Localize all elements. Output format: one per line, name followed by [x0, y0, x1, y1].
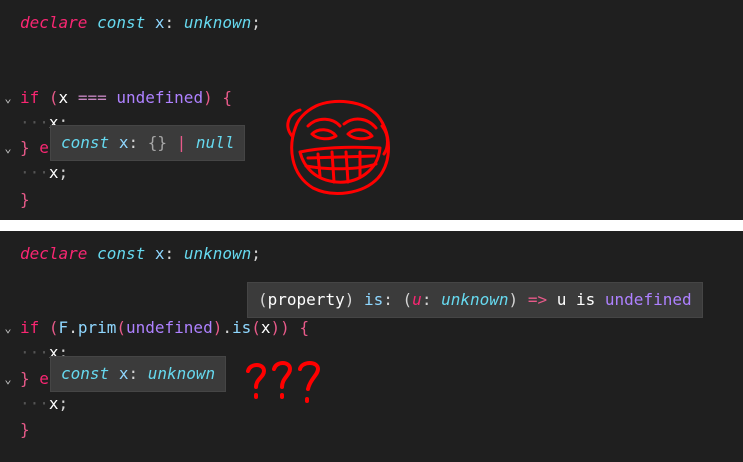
editor-panel-bottom[interactable]: declare const x: unknown; (property) is:…: [0, 231, 743, 462]
tooltip-keyword-const: const: [61, 364, 110, 383]
identifier-x: x: [154, 13, 165, 32]
semicolon: ;: [58, 163, 69, 182]
tooltip-param-colon: :: [421, 290, 432, 309]
tooltip-pred-var: u: [556, 290, 567, 309]
chevron-down-icon[interactable]: ⌄: [1, 368, 15, 390]
question-marks-annotation: ???: [246, 361, 320, 403]
code-line-if[interactable]: if (x === undefined) {: [20, 87, 232, 109]
code-line-declare[interactable]: declare const x: unknown;: [20, 12, 261, 34]
keyword-const: const: [97, 13, 146, 32]
whitespace-dots: ···: [20, 394, 49, 413]
tooltip-pred-type: undefined: [604, 290, 692, 309]
tooltip-param: u: [412, 290, 422, 309]
whitespace-dots: ···: [20, 343, 49, 362]
tooltip-identifier: x: [118, 133, 129, 152]
keyword-else-partial: e: [39, 138, 49, 157]
brace-open: {: [222, 88, 232, 107]
paren-close: ): [203, 88, 213, 107]
semicolon: ;: [58, 394, 69, 413]
tooltip-identifier: x: [118, 364, 129, 383]
identifier-x: x: [154, 244, 165, 263]
identifier-x: x: [260, 318, 271, 337]
tooltip-sig-open: (: [402, 290, 413, 309]
tooltip-keyword-const: const: [61, 133, 110, 152]
brace-close: }: [20, 369, 30, 388]
brace-open: {: [299, 318, 310, 337]
code-line-close[interactable]: }: [20, 419, 30, 441]
identifier-x: x: [48, 394, 59, 413]
tooltip-name: is: [363, 290, 384, 309]
code-line-close[interactable]: }: [20, 189, 30, 211]
paren-open: (: [48, 318, 59, 337]
tooltip-type-unknown: unknown: [147, 364, 216, 383]
dot: .: [222, 318, 232, 337]
method-prim: prim: [77, 318, 117, 337]
chevron-down-icon[interactable]: ⌄: [1, 137, 15, 159]
keyword-const: const: [97, 244, 146, 263]
type-unknown: unknown: [183, 244, 252, 263]
keyword-declare: declare: [20, 244, 88, 263]
keyword-if: if: [20, 88, 40, 107]
keyword-else-partial: e: [39, 369, 49, 388]
paren-open: (: [48, 88, 59, 107]
code-line-body2[interactable]: ···x;: [20, 393, 68, 415]
tooltip-sig-close: ): [508, 290, 519, 309]
operator-strict-equal: ===: [77, 88, 107, 107]
semicolon: ;: [251, 244, 261, 263]
tooltip-union-pipe: |: [176, 133, 187, 152]
type-unknown: unknown: [183, 13, 252, 32]
code-line-if[interactable]: if (F.prim(undefined).is(x)) {: [20, 317, 309, 339]
tooltip-paren-close: ): [344, 290, 355, 309]
brace-close: }: [20, 190, 30, 209]
tooltip-param-type: unknown: [441, 290, 509, 309]
whitespace-dots: ···: [20, 113, 49, 132]
hover-tooltip-property: (property) is: (u: unknown) => u is unde…: [247, 282, 703, 318]
tooltip-colon: :: [128, 133, 139, 152]
colon: :: [164, 13, 175, 32]
is-paren-close: ): [270, 318, 281, 337]
code-line-declare[interactable]: declare const x: unknown;: [20, 243, 261, 265]
tooltip-colon: :: [128, 364, 139, 383]
editor-panel-top[interactable]: declare const x: unknown; ⌄ if (x === un…: [0, 0, 743, 220]
keyword-declare: declare: [20, 13, 88, 32]
method-is: is: [231, 318, 252, 337]
identifier-x: x: [58, 88, 69, 107]
brace-close: }: [20, 420, 30, 439]
tooltip-colon: :: [383, 290, 393, 309]
call-paren-open: (: [116, 318, 126, 337]
dot: .: [68, 318, 78, 337]
keyword-undefined: undefined: [116, 88, 204, 107]
keyword-if: if: [20, 318, 40, 337]
paren-close: ): [280, 318, 290, 337]
code-line-else[interactable]: } e: [20, 368, 49, 390]
tooltip-paren-open: (: [258, 290, 268, 309]
hover-tooltip-type: const x: {} | null: [50, 125, 246, 161]
brace-close: }: [20, 138, 30, 157]
call-paren-close: ): [212, 318, 223, 337]
whitespace-dots: ···: [20, 163, 49, 182]
troll-face-icon: [286, 99, 390, 195]
keyword-undefined: undefined: [126, 318, 213, 337]
chevron-down-icon[interactable]: ⌄: [1, 317, 15, 339]
identifier-x: x: [48, 163, 59, 182]
tooltip-type-object: {}: [147, 133, 167, 152]
semicolon: ;: [251, 13, 261, 32]
is-paren-open: (: [251, 318, 261, 337]
hover-tooltip-type: const x: unknown: [50, 356, 227, 392]
code-line-else[interactable]: } e: [20, 137, 49, 159]
code-line-body2[interactable]: ···x;: [20, 162, 68, 184]
identifier-F: F: [58, 318, 69, 337]
colon: :: [164, 244, 175, 263]
tooltip-arrow: =>: [527, 290, 548, 309]
tooltip-kind: property: [267, 290, 345, 309]
tooltip-pred-is: is: [576, 290, 596, 309]
chevron-down-icon[interactable]: ⌄: [1, 87, 15, 109]
tooltip-type-null: null: [195, 133, 235, 152]
